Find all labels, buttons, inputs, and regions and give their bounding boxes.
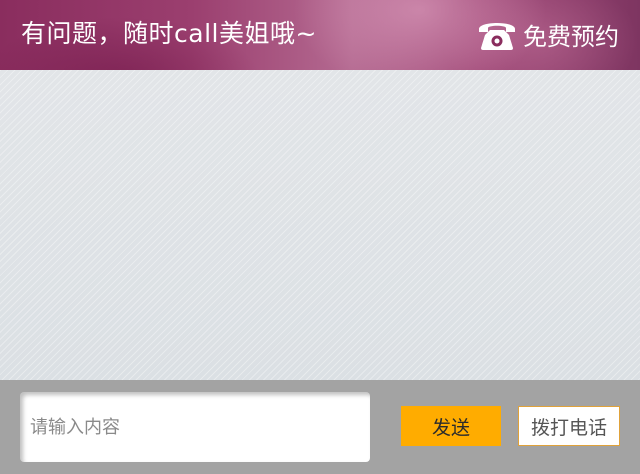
send-button[interactable]: 发送 (401, 406, 501, 446)
call-phone-button[interactable]: 拨打电话 (518, 406, 620, 446)
phone-icon (479, 23, 515, 50)
chat-message-area[interactable] (0, 70, 640, 380)
message-input[interactable] (20, 392, 370, 462)
header-bar: 有问题，随时call美姐哦~ 免费预约 (0, 0, 640, 70)
page-title: 有问题，随时call美姐哦~ (21, 19, 317, 48)
free-booking-label: 免费预约 (523, 22, 619, 51)
free-booking-button[interactable]: 免费预约 (477, 14, 619, 54)
composer-bar: 发送 拨打电话 (0, 380, 640, 474)
